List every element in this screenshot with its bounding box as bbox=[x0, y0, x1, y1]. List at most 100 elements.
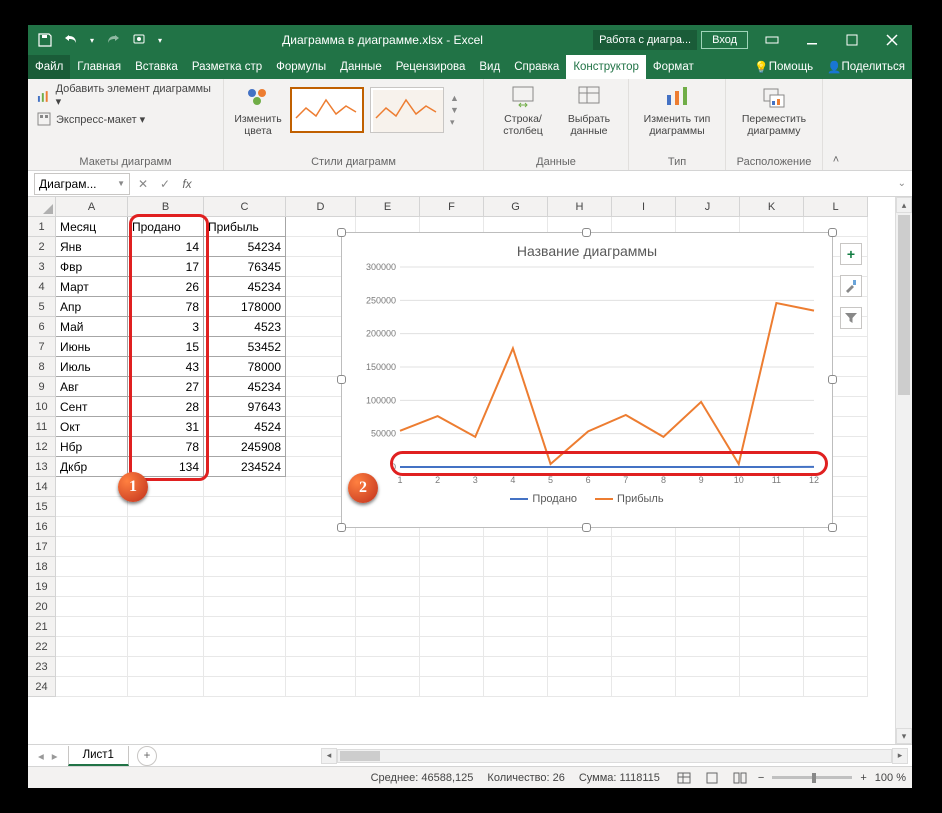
row-header-5[interactable]: 5 bbox=[28, 297, 56, 317]
column-header-l[interactable]: L bbox=[804, 197, 868, 217]
view-normal-icon[interactable] bbox=[674, 770, 694, 786]
horizontal-scrollbar[interactable]: ◂ ▸ bbox=[157, 748, 912, 764]
view-page-layout-icon[interactable] bbox=[702, 770, 722, 786]
tab-help[interactable]: Справка bbox=[507, 55, 566, 79]
tab-page-layout[interactable]: Разметка стр bbox=[185, 55, 269, 79]
share-button[interactable]: 👤 Поделиться bbox=[820, 55, 912, 79]
sheet-tab-1[interactable]: Лист1 bbox=[68, 746, 129, 766]
cell-C6[interactable]: 4523 bbox=[204, 317, 286, 337]
close-button[interactable] bbox=[872, 25, 912, 55]
tab-review[interactable]: Рецензирова bbox=[389, 55, 473, 79]
tab-file[interactable]: Файл bbox=[28, 55, 70, 79]
cell-A2[interactable]: Янв bbox=[56, 237, 128, 257]
chart-filter-button[interactable] bbox=[840, 307, 862, 329]
row-header-18[interactable]: 18 bbox=[28, 557, 56, 577]
chart-brush-button[interactable] bbox=[840, 275, 862, 297]
row-header-14[interactable]: 14 bbox=[28, 477, 56, 497]
styles-up-icon[interactable]: ▲ bbox=[450, 93, 459, 103]
login-button[interactable]: Вход bbox=[701, 31, 748, 49]
cell-B5[interactable]: 78 bbox=[128, 297, 204, 317]
cancel-formula-icon[interactable]: ✕ bbox=[132, 173, 154, 195]
row-header-4[interactable]: 4 bbox=[28, 277, 56, 297]
row-header-8[interactable]: 8 bbox=[28, 357, 56, 377]
zoom-in-button[interactable]: + bbox=[860, 772, 866, 784]
tab-formulas[interactable]: Формулы bbox=[269, 55, 333, 79]
switch-row-column-button[interactable]: Строка/ столбец bbox=[492, 83, 554, 137]
quick-layout-button[interactable]: Экспресс-макет ▾ bbox=[36, 111, 215, 127]
chart-legend[interactable]: Продано Прибыль bbox=[352, 493, 822, 505]
select-data-button[interactable]: Выбрать данные bbox=[558, 83, 620, 137]
chart-object[interactable]: Название диаграммы 050000100000150000200… bbox=[341, 232, 833, 528]
column-headers[interactable]: ABCDEFGHIJKL bbox=[56, 197, 868, 217]
cell-A4[interactable]: Март bbox=[56, 277, 128, 297]
cell-C10[interactable]: 97643 bbox=[204, 397, 286, 417]
tell-me[interactable]: 💡 Помощь bbox=[747, 55, 820, 79]
column-header-a[interactable]: A bbox=[56, 197, 128, 217]
cell-A7[interactable]: Июнь bbox=[56, 337, 128, 357]
expand-formula-bar-icon[interactable]: ⌄ bbox=[898, 178, 912, 189]
row-header-17[interactable]: 17 bbox=[28, 537, 56, 557]
cell-A8[interactable]: Июль bbox=[56, 357, 128, 377]
cell-A13[interactable]: Дкбр bbox=[56, 457, 128, 477]
cell-B6[interactable]: 3 bbox=[128, 317, 204, 337]
row-header-23[interactable]: 23 bbox=[28, 657, 56, 677]
row-header-24[interactable]: 24 bbox=[28, 677, 56, 697]
minimize-button[interactable] bbox=[792, 25, 832, 55]
row-header-11[interactable]: 11 bbox=[28, 417, 56, 437]
tab-data[interactable]: Данные bbox=[333, 55, 389, 79]
new-sheet-button[interactable]: + bbox=[137, 746, 157, 766]
qa-dropdown-icon[interactable]: ▾ bbox=[154, 29, 166, 51]
redo-icon[interactable] bbox=[102, 29, 124, 51]
cell-B8[interactable]: 43 bbox=[128, 357, 204, 377]
collapse-ribbon-icon[interactable]: ˄ bbox=[823, 79, 849, 170]
cell-A6[interactable]: Май bbox=[56, 317, 128, 337]
column-header-c[interactable]: C bbox=[204, 197, 286, 217]
row-header-3[interactable]: 3 bbox=[28, 257, 56, 277]
zoom-level[interactable]: 100 % bbox=[875, 772, 906, 784]
cell-B3[interactable]: 17 bbox=[128, 257, 204, 277]
save-icon[interactable] bbox=[34, 29, 56, 51]
change-chart-type-button[interactable]: Изменить тип диаграммы bbox=[637, 83, 717, 137]
grid-area[interactable]: ABCDEFGHIJKL 123456789101112131415161718… bbox=[28, 197, 912, 744]
ribbon-mode-icon[interactable] bbox=[752, 25, 792, 55]
chart-title[interactable]: Название диаграммы bbox=[352, 243, 822, 259]
cell-A10[interactable]: Сент bbox=[56, 397, 128, 417]
cell-A3[interactable]: Фвр bbox=[56, 257, 128, 277]
row-header-10[interactable]: 10 bbox=[28, 397, 56, 417]
column-header-g[interactable]: G bbox=[484, 197, 548, 217]
row-header-19[interactable]: 19 bbox=[28, 577, 56, 597]
add-chart-element-button[interactable]: Добавить элемент диаграммы ▾ bbox=[36, 83, 215, 108]
cell-C2[interactable]: 54234 bbox=[204, 237, 286, 257]
tab-format[interactable]: Формат bbox=[646, 55, 701, 79]
cell-A11[interactable]: Окт bbox=[56, 417, 128, 437]
row-header-16[interactable]: 16 bbox=[28, 517, 56, 537]
cell-B1[interactable]: Продано bbox=[128, 217, 204, 237]
chart-plot-area[interactable]: 0500001000001500002000002500003000001234… bbox=[352, 259, 824, 489]
move-chart-button[interactable]: Переместить диаграмму bbox=[734, 83, 814, 137]
cell-B2[interactable]: 14 bbox=[128, 237, 204, 257]
cell-B4[interactable]: 26 bbox=[128, 277, 204, 297]
column-header-j[interactable]: J bbox=[676, 197, 740, 217]
row-header-6[interactable]: 6 bbox=[28, 317, 56, 337]
fx-icon[interactable]: fx bbox=[176, 173, 198, 195]
styles-down-icon[interactable]: ▼ bbox=[450, 105, 459, 115]
name-box[interactable]: Диаграм...▼ bbox=[34, 173, 130, 195]
cell-B12[interactable]: 78 bbox=[128, 437, 204, 457]
cell-C13[interactable]: 234524 bbox=[204, 457, 286, 477]
cell-B10[interactable]: 28 bbox=[128, 397, 204, 417]
change-colors-button[interactable]: Изменить цвета bbox=[232, 83, 284, 137]
chart-plus-button[interactable]: + bbox=[840, 243, 862, 265]
tab-home[interactable]: Главная bbox=[70, 55, 128, 79]
column-header-h[interactable]: H bbox=[548, 197, 612, 217]
row-header-2[interactable]: 2 bbox=[28, 237, 56, 257]
chart-style-thumb-1[interactable] bbox=[290, 87, 364, 133]
enter-formula-icon[interactable]: ✓ bbox=[154, 173, 176, 195]
cell-A9[interactable]: Авг bbox=[56, 377, 128, 397]
tab-insert[interactable]: Вставка bbox=[128, 55, 185, 79]
maximize-button[interactable] bbox=[832, 25, 872, 55]
cell-B9[interactable]: 27 bbox=[128, 377, 204, 397]
row-header-21[interactable]: 21 bbox=[28, 617, 56, 637]
sheet-nav-prev-icon[interactable]: ◂ bbox=[38, 749, 44, 763]
touch-mode-icon[interactable] bbox=[128, 29, 150, 51]
undo-dropdown-icon[interactable]: ▾ bbox=[86, 29, 98, 51]
